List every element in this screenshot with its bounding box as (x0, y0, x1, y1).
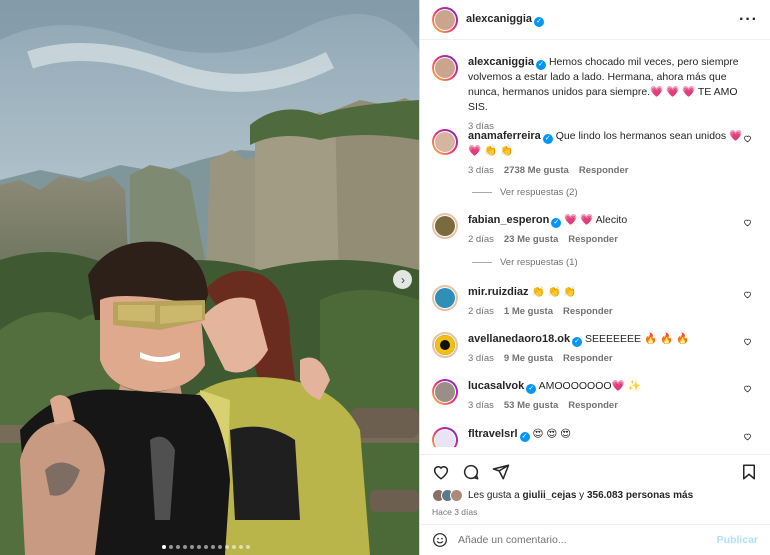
heart-icon[interactable] (743, 432, 752, 441)
carousel-dot (218, 545, 222, 549)
comment-avatar[interactable] (432, 427, 458, 447)
carousel-dot (197, 545, 201, 549)
post-header: alexcaniggia ✓ ··· (420, 0, 770, 40)
caption-username[interactable]: alexcaniggia (468, 56, 534, 68)
post-photo[interactable]: › (0, 0, 419, 555)
view-replies-button[interactable]: Ver respuestas (2) (472, 187, 578, 198)
comment-item: fltravelsrl ✓ 😍 😍 😍 (432, 427, 758, 447)
bookmark-icon[interactable] (740, 463, 758, 481)
carousel-dot (204, 545, 208, 549)
caption-avatar[interactable] (432, 55, 458, 81)
comment-username[interactable]: mir.ruizdiaz (468, 286, 529, 298)
share-send-icon[interactable] (492, 463, 510, 481)
verified-badge-icon: ✓ (542, 134, 553, 144)
like-heart-icon[interactable] (432, 463, 450, 481)
comment-item: avellanedaoro18.ok ✓ SEEEEEEE 🔥 🔥 🔥 3 día… (432, 332, 758, 366)
comment-likes[interactable]: 9 Me gusta (504, 351, 553, 366)
comment-item: mir.ruizdiaz 👏 👏 👏 2 días 1 Me gusta Respo… (432, 285, 758, 319)
carousel-dot (211, 545, 215, 549)
comment-username[interactable]: lucasalvok (468, 380, 524, 392)
comment-avatar[interactable] (432, 129, 458, 155)
comment-text: 💗 💗 Alecito (564, 214, 628, 226)
smiley-icon[interactable] (432, 532, 448, 548)
comment-time: 3 días (468, 400, 494, 411)
verified-badge-icon: ✓ (536, 60, 547, 70)
comment-text: 😍 😍 😍 (532, 428, 572, 440)
comment-username[interactable]: avellanedaoro18.ok (468, 333, 570, 345)
verified-badge-icon: ✓ (551, 218, 562, 228)
post-side-panel: alexcaniggia ✓ ··· alexcaniggia ✓ Hemos ch… (419, 0, 770, 555)
post-actions: Les gusta a giulii_cejas y 356.083 perso… (420, 454, 770, 554)
comment-avatar[interactable] (432, 379, 458, 405)
liker-avatars (432, 489, 463, 502)
more-horizontal-icon[interactable]: ··· (739, 11, 758, 29)
photo-illustration (0, 0, 419, 555)
author-avatar[interactable] (432, 7, 458, 33)
comments-list[interactable]: alexcaniggia ✓ Hemos chocado mil veces, p… (420, 47, 770, 447)
comment-item: fabian_esperon ✓ 💗 💗 Alecito 2 días 23 Me … (432, 213, 758, 247)
comment-avatar[interactable] (432, 332, 458, 358)
carousel-dot (232, 545, 236, 549)
carousel-dot (176, 545, 180, 549)
author-username[interactable]: alexcaniggia ✓ (466, 13, 739, 27)
likes-summary[interactable]: Les gusta a giulii_cejas y 356.083 perso… (420, 489, 770, 502)
carousel-dot (183, 545, 187, 549)
verified-badge-icon: ✓ (572, 337, 583, 347)
comment-likes[interactable]: 1 Me gusta (504, 304, 553, 319)
verified-badge-icon: ✓ (526, 384, 537, 394)
heart-icon[interactable] (743, 290, 752, 299)
post-timestamp: Hace 3 días (432, 507, 478, 517)
heart-icon[interactable] (743, 337, 752, 346)
carousel-dot-active (162, 545, 166, 549)
comment-item: lucasalvok ✓ AMOOOOOOO💗 ✨ 3 días 53 Me gus… (432, 379, 758, 413)
heart-icon[interactable] (743, 218, 752, 227)
likes-count[interactable]: 356.083 personas más (587, 490, 693, 501)
comment-avatar[interactable] (432, 285, 458, 311)
comment-avatar[interactable] (432, 213, 458, 239)
liker-username[interactable]: giulii_cejas (522, 490, 576, 501)
comment-username[interactable]: anamaferreira (468, 130, 541, 142)
comment-input[interactable] (458, 533, 717, 546)
comment-text: SEEEEEEE 🔥 🔥 🔥 (585, 333, 690, 345)
reply-button[interactable]: Responder (563, 351, 613, 366)
carousel-dot (169, 545, 173, 549)
comment-username[interactable]: fltravelsrl (468, 428, 518, 440)
comment-item: anamaferreira ✓ Que lindo los hermanos se… (432, 129, 758, 178)
comment-bubble-icon[interactable] (462, 463, 480, 481)
reply-button[interactable]: Responder (568, 398, 618, 413)
verified-badge-icon: ✓ (519, 432, 530, 442)
comment-text: AMOOOOOOO💗 ✨ (538, 380, 641, 392)
reply-button[interactable]: Responder (563, 304, 613, 319)
carousel-next-button[interactable]: › (393, 270, 412, 289)
reply-button[interactable]: Responder (568, 232, 618, 247)
caption: alexcaniggia ✓ Hemos chocado mil veces, p… (432, 55, 758, 134)
comment-composer: Publicar (420, 524, 770, 554)
comment-time: 3 días (468, 353, 494, 364)
comment-likes[interactable]: 23 Me gusta (504, 232, 558, 247)
reply-button[interactable]: Responder (579, 163, 629, 178)
view-replies-button[interactable]: Ver respuestas (1) (472, 257, 578, 268)
carousel-dot (225, 545, 229, 549)
comment-text: 👏 👏 👏 (531, 286, 577, 298)
carousel-dot (190, 545, 194, 549)
publish-button[interactable]: Publicar (717, 534, 758, 546)
carousel-dot (239, 545, 243, 549)
carousel-indicator (162, 545, 250, 549)
heart-icon[interactable] (743, 384, 752, 393)
comment-likes[interactable]: 53 Me gusta (504, 398, 558, 413)
comment-time: 3 días (468, 165, 494, 176)
comment-likes[interactable]: 2738 Me gusta (504, 163, 569, 178)
chevron-right-icon: › (401, 272, 405, 287)
verified-badge-icon: ✓ (534, 16, 545, 27)
comment-username[interactable]: fabian_esperon (468, 214, 549, 226)
comment-time: 2 días (468, 306, 494, 317)
heart-icon[interactable] (743, 134, 752, 143)
carousel-dot (246, 545, 250, 549)
comment-time: 2 días (468, 234, 494, 245)
